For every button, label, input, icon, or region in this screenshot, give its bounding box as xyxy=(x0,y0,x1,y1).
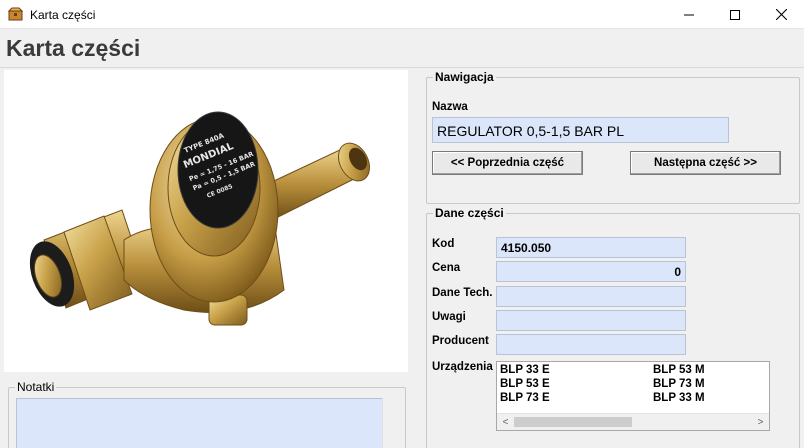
minimize-button[interactable] xyxy=(666,0,712,29)
devices-label: Urządzenia xyxy=(432,361,493,373)
close-button[interactable] xyxy=(758,0,804,29)
scroll-right-icon[interactable]: > xyxy=(752,414,769,430)
price-label: Cena xyxy=(432,262,461,274)
title-bar: Karta części xyxy=(0,0,804,29)
scroll-left-icon[interactable]: < xyxy=(497,414,514,430)
tech-data-field[interactable] xyxy=(496,286,686,307)
gas-regulator-image: TYPE 840A MONDIAL Pe = 1,75 - 16 BAR Pa … xyxy=(29,111,371,326)
price-field[interactable]: 0 xyxy=(496,261,686,282)
notes-legend: Notatki xyxy=(17,380,55,394)
part-photo: TYPE 840A MONDIAL Pe = 1,75 - 16 BAR Pa … xyxy=(4,70,408,372)
notes-short-field[interactable] xyxy=(496,310,686,331)
form-header: Karta części xyxy=(0,30,804,68)
list-item[interactable]: BLP 33 M xyxy=(653,392,705,405)
list-item[interactable]: BLP 53 E xyxy=(500,378,550,391)
name-field[interactable]: REGULATOR 0,5-1,5 BAR PL xyxy=(432,117,729,143)
window-title: Karta części xyxy=(30,8,96,22)
list-item[interactable]: BLP 53 M xyxy=(653,364,705,377)
name-label: Nazwa xyxy=(432,101,468,113)
list-item[interactable]: BLP 33 E xyxy=(500,364,550,377)
producer-field[interactable] xyxy=(496,334,686,355)
notes-textarea[interactable] xyxy=(16,398,398,448)
list-item[interactable]: BLP 73 M xyxy=(653,378,705,391)
minimize-icon xyxy=(684,14,694,15)
page-title: Karta części xyxy=(6,35,141,61)
app-box-icon xyxy=(8,7,23,21)
horizontal-scrollbar[interactable]: < > xyxy=(497,413,769,430)
list-item[interactable]: BLP 73 E xyxy=(500,392,550,405)
next-part-button[interactable]: Następna część >> xyxy=(630,151,781,175)
close-icon xyxy=(775,9,787,20)
scrollbar-thumb[interactable] xyxy=(514,417,632,427)
code-label: Kod xyxy=(432,238,455,250)
maximize-button[interactable] xyxy=(712,0,758,29)
code-field[interactable]: 4150.050 xyxy=(496,237,686,258)
devices-listbox[interactable]: BLP 33 E BLP 53 M BLP 53 E BLP 73 M BLP … xyxy=(496,361,770,431)
tech-data-label: Dane Tech. xyxy=(432,287,493,299)
notes-vertical-scrollbar[interactable] xyxy=(382,398,398,448)
previous-part-button[interactable]: << Poprzednia część xyxy=(432,151,583,175)
maximize-icon xyxy=(730,9,740,20)
part-details-legend: Dane części xyxy=(435,206,504,220)
producer-label: Producent xyxy=(432,335,489,347)
notes-short-label: Uwagi xyxy=(432,311,466,323)
navigation-legend: Nawigacja xyxy=(435,70,494,84)
